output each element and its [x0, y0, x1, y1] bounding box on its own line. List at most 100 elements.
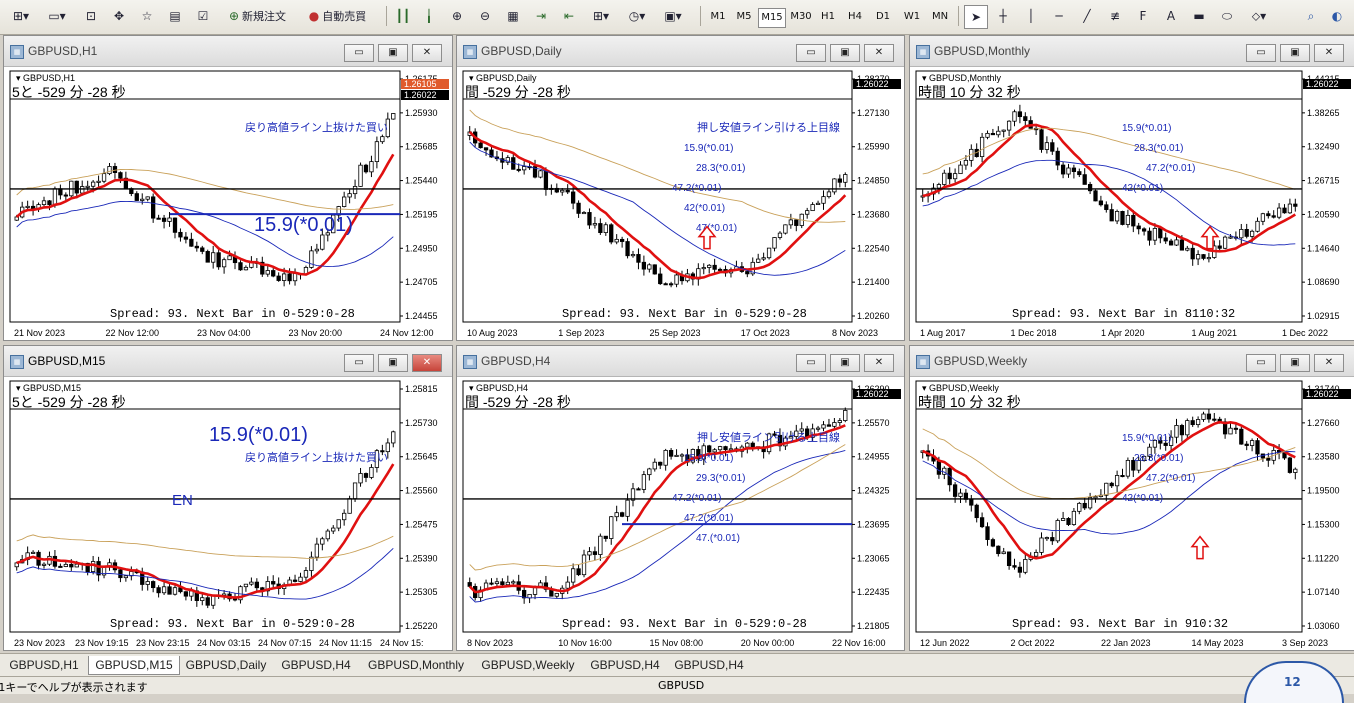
- timeframe-m15[interactable]: M15: [758, 8, 786, 28]
- close-button[interactable]: ✕: [1314, 354, 1344, 372]
- chart-window-titlebar[interactable]: ▦ GBPUSD,Daily ▭ ▣ ✕: [457, 36, 904, 67]
- tab-gbpusd-h4-2[interactable]: GBPUSD,H4: [584, 656, 666, 674]
- templates-icon[interactable]: ▣▾: [658, 5, 688, 27]
- search-icon[interactable]: ⌕: [1300, 5, 1322, 27]
- tab-gbpusd-monthly[interactable]: GBPUSD,Monthly: [360, 656, 472, 674]
- tab-gbpusd-h4[interactable]: GBPUSD,H4: [274, 656, 358, 674]
- candle-body: [647, 468, 652, 476]
- candle-body: [47, 200, 52, 206]
- chart-window-titlebar[interactable]: ▦ GBPUSD,Weekly ▭ ▣ ✕: [910, 346, 1354, 377]
- horizontal-line-icon[interactable]: ─: [1048, 5, 1070, 27]
- chart-window-gbpusd-monthly[interactable]: ▦ GBPUSD,Monthly ▭ ▣ ✕ 1.442151.382651.3…: [909, 35, 1354, 341]
- chart-window-titlebar[interactable]: ▦ GBPUSD,H1 ▭ ▣ ✕: [4, 36, 452, 67]
- rectangle-icon[interactable]: ▬: [1188, 5, 1210, 27]
- indicators-icon[interactable]: ⊞▾: [586, 5, 616, 27]
- ellipse-icon[interactable]: ⬭: [1216, 5, 1238, 27]
- minimize-button[interactable]: ▭: [344, 44, 374, 62]
- chart-annotation: 押し安値ライン引ける上目線: [697, 120, 840, 134]
- close-button[interactable]: ✕: [412, 354, 442, 372]
- candle-body: [565, 189, 570, 193]
- candle-body: [996, 545, 1001, 555]
- new-order-button[interactable]: ⊕ 新規注文: [220, 5, 298, 27]
- timeframe-h4[interactable]: H4: [843, 8, 867, 26]
- tester-icon[interactable]: ☑: [192, 5, 214, 27]
- maximize-button[interactable]: ▣: [378, 354, 408, 372]
- equidistant-channel-icon[interactable]: ≢: [1104, 5, 1126, 27]
- account-icon[interactable]: ◐: [1326, 5, 1348, 27]
- minimize-button[interactable]: ▭: [796, 354, 826, 372]
- close-button[interactable]: ✕: [864, 354, 894, 372]
- minimize-button[interactable]: ▭: [344, 354, 374, 372]
- minimize-button[interactable]: ▭: [1246, 354, 1276, 372]
- candle-chart-icon[interactable]: ╽: [418, 5, 440, 27]
- tab-gbpusd-m15[interactable]: GBPUSD,M15: [88, 656, 180, 675]
- price-chart[interactable]: 1.282701.271301.259901.248501.236801.225…: [457, 67, 904, 340]
- chart-window-gbpusd-daily[interactable]: ▦ GBPUSD,Daily ▭ ▣ ✕ 1.282701.271301.259…: [456, 35, 905, 341]
- chart-window-gbpusd-weekly[interactable]: ▦ GBPUSD,Weekly ▭ ▣ ✕ 1.317401.276601.23…: [909, 345, 1354, 651]
- timeframe-mn[interactable]: MN: [928, 8, 952, 26]
- candle-body: [243, 266, 249, 271]
- chart-window-titlebar[interactable]: ▦ GBPUSD,Monthly ▭ ▣ ✕: [910, 36, 1354, 67]
- price-chart[interactable]: 1.442151.382651.324901.267151.205901.146…: [910, 67, 1354, 340]
- periods-icon[interactable]: ◷▾: [622, 5, 652, 27]
- trendline-icon[interactable]: ╱: [1076, 5, 1098, 27]
- maximize-button[interactable]: ▣: [1280, 44, 1310, 62]
- timeframe-h1[interactable]: H1: [816, 8, 840, 26]
- chart-window-titlebar[interactable]: ▦ GBPUSD,M15 ▭ ▣ ✕: [4, 346, 452, 377]
- text-icon[interactable]: A: [1160, 5, 1182, 27]
- candle-body: [1152, 228, 1158, 241]
- tab-gbpusd-h1[interactable]: GBPUSD,H1: [2, 656, 86, 674]
- navigator-icon[interactable]: ✥: [108, 5, 130, 27]
- tab-gbpusd-daily[interactable]: GBPUSD,Daily: [180, 656, 272, 674]
- chart-window-gbpusd-m15[interactable]: ▦ GBPUSD,M15 ▭ ▣ ✕ 1.25815 1.25730 1.25645…: [3, 345, 453, 651]
- minimize-button[interactable]: ▭: [796, 44, 826, 62]
- maximize-button[interactable]: ▣: [830, 354, 860, 372]
- zoom-out-icon[interactable]: ⊖: [474, 5, 496, 27]
- close-button[interactable]: ✕: [864, 44, 894, 62]
- candle-body: [1163, 237, 1168, 242]
- chart-window-gbpusd-h1[interactable]: ▦ GBPUSD,H1 ▭ ▣ ✕ 1.261751.259301.256851…: [3, 35, 453, 341]
- close-button[interactable]: ✕: [412, 44, 442, 62]
- price-chart[interactable]: 1.25815 1.25730 1.25645 1.25560 1.25475 1.253…: [4, 377, 452, 650]
- maximize-button[interactable]: ▣: [1280, 354, 1310, 372]
- fibonacci-icon[interactable]: F: [1132, 5, 1154, 27]
- tab-gbpusd-weekly[interactable]: GBPUSD,Weekly: [474, 656, 582, 674]
- auto-trade-button[interactable]: ● 自動売買: [300, 5, 378, 27]
- new-chart-icon[interactable]: ⊞▾: [6, 5, 36, 27]
- y-tick-label: 1.11220: [1307, 553, 1339, 563]
- cursor-icon[interactable]: ➤: [964, 5, 988, 29]
- timeframe-m1[interactable]: M1: [706, 8, 730, 26]
- chart-shift-icon[interactable]: ⇤: [558, 5, 580, 27]
- auto-scroll-icon[interactable]: ⇥: [530, 5, 552, 27]
- timeframe-d1[interactable]: D1: [871, 8, 895, 26]
- chart-window-titlebar[interactable]: ▦ GBPUSD,H4 ▭ ▣ ✕: [457, 346, 904, 377]
- arrows-icon[interactable]: ⬦▾: [1244, 5, 1274, 27]
- crosshair-icon[interactable]: ┼: [992, 5, 1014, 27]
- y-tick-label: 1.25815: [405, 384, 438, 394]
- close-button[interactable]: ✕: [1314, 44, 1344, 62]
- terminal-icon[interactable]: ▤: [164, 5, 186, 27]
- profiles-icon[interactable]: ▭▾: [42, 5, 72, 27]
- bar-chart-icon[interactable]: ┃┃: [392, 5, 414, 27]
- zoom-in-icon[interactable]: ⊕: [446, 5, 468, 27]
- maximize-button[interactable]: ▣: [378, 44, 408, 62]
- candle-body: [1050, 142, 1055, 152]
- candle-body: [200, 597, 205, 601]
- y-tick-label: 1.25645: [405, 452, 438, 462]
- maximize-button[interactable]: ▣: [830, 44, 860, 62]
- y-tick-label: 1.25305: [405, 587, 438, 597]
- tab-gbpusd-h4-3[interactable]: GBPUSD,H4: [668, 656, 750, 674]
- minimize-button[interactable]: ▭: [1246, 44, 1276, 62]
- tile-windows-icon[interactable]: ▦: [502, 5, 524, 27]
- candle-body: [489, 582, 494, 585]
- chart-window-gbpusd-h4[interactable]: ▦ GBPUSD,H4 ▭ ▣ ✕ 1.262901.255701.249551…: [456, 345, 905, 651]
- price-chart[interactable]: 1.261751.259301.256851.254401.251951.249…: [4, 67, 452, 340]
- price-chart[interactable]: 1.262901.255701.249551.243251.236951.230…: [457, 377, 904, 650]
- favorites-icon[interactable]: ☆: [136, 5, 158, 27]
- price-chart[interactable]: 1.317401.276601.235801.195001.153001.112…: [910, 377, 1354, 650]
- timeframe-m5[interactable]: M5: [732, 8, 756, 26]
- timeframe-m30[interactable]: M30: [788, 8, 814, 26]
- timeframe-w1[interactable]: W1: [900, 8, 924, 26]
- market-watch-icon[interactable]: ⊡: [80, 5, 102, 27]
- vertical-line-icon[interactable]: │: [1020, 5, 1042, 27]
